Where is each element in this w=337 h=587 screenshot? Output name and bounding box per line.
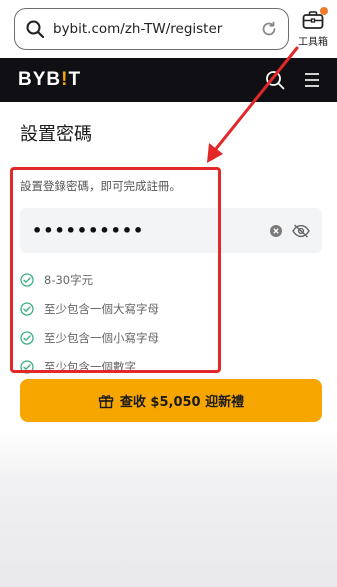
page-title: 設置密碼: [20, 124, 92, 145]
site-header: BYB!T: [0, 58, 337, 102]
search-icon[interactable]: [265, 70, 285, 90]
reload-icon[interactable]: [260, 20, 278, 38]
gift-icon: [98, 394, 114, 408]
search-icon: [26, 20, 45, 39]
toolbox-button[interactable]: 工具箱: [293, 7, 333, 50]
clear-icon[interactable]: [270, 224, 282, 237]
url-text: bybit.com/zh-TW/register: [53, 21, 223, 37]
address-bar[interactable]: bybit.com/zh-TW/register: [14, 8, 289, 50]
page-background: [0, 430, 337, 587]
bybit-logo[interactable]: BYB!T: [18, 69, 81, 91]
toolbox-icon: [302, 7, 328, 30]
welcome-bonus-label: 查收 $5,050 迎新禮: [119, 395, 245, 410]
menu-icon[interactable]: [303, 71, 321, 89]
eye-off-icon[interactable]: [292, 223, 310, 238]
notification-dot: [320, 7, 328, 15]
toolbox-label: 工具箱: [298, 37, 328, 48]
welcome-bonus-button[interactable]: 查收 $5,050 迎新禮: [20, 379, 322, 422]
annotation-highlight-box: [10, 167, 221, 373]
